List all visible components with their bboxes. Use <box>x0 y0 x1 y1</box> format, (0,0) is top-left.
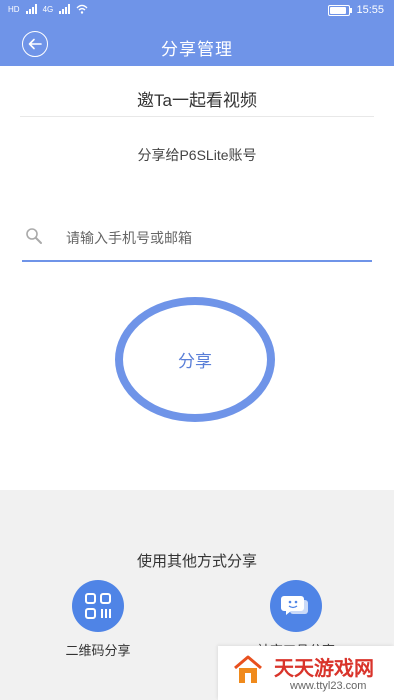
house-logo-icon <box>234 655 262 683</box>
page-title: 分享管理 <box>161 40 233 59</box>
phone-email-input[interactable] <box>64 224 368 252</box>
app-header: 分享管理 <box>0 24 394 66</box>
signal-icon-2 <box>59 4 71 14</box>
status-right: 15:55 <box>328 4 384 16</box>
status-left-icons: HD 4G <box>8 4 88 14</box>
battery-icon <box>328 4 353 16</box>
hd-label: HD <box>8 4 20 14</box>
status-time: 15:55 <box>356 4 384 16</box>
watermark-title: 天天游戏网 <box>274 658 374 680</box>
signal-icon <box>25 4 37 14</box>
search-icon <box>26 228 42 244</box>
chat-bubble-icon <box>270 580 322 632</box>
watermark: 天天游戏网 www.ttyl23.com <box>218 646 394 700</box>
qr-code-icon <box>72 580 124 632</box>
divider <box>20 116 374 117</box>
share-button[interactable]: 分享 <box>115 297 275 422</box>
watermark-url: www.ttyl23.com <box>290 680 367 692</box>
invite-title: 邀Ta一起看视频 <box>137 91 257 110</box>
wifi-icon <box>76 4 88 14</box>
phone-email-field <box>22 220 372 262</box>
qr-share-option[interactable]: 二维码分享 <box>38 580 158 659</box>
other-share-title: 使用其他方式分享 <box>136 553 257 570</box>
network-label: 4G <box>42 4 54 14</box>
share-target-label: 分享给P6SLite账号 <box>137 147 257 163</box>
status-bar: HD 4G 15:55 <box>0 0 394 24</box>
share-button-label: 分享 <box>178 352 212 371</box>
qr-share-label: 二维码分享 <box>65 643 131 658</box>
